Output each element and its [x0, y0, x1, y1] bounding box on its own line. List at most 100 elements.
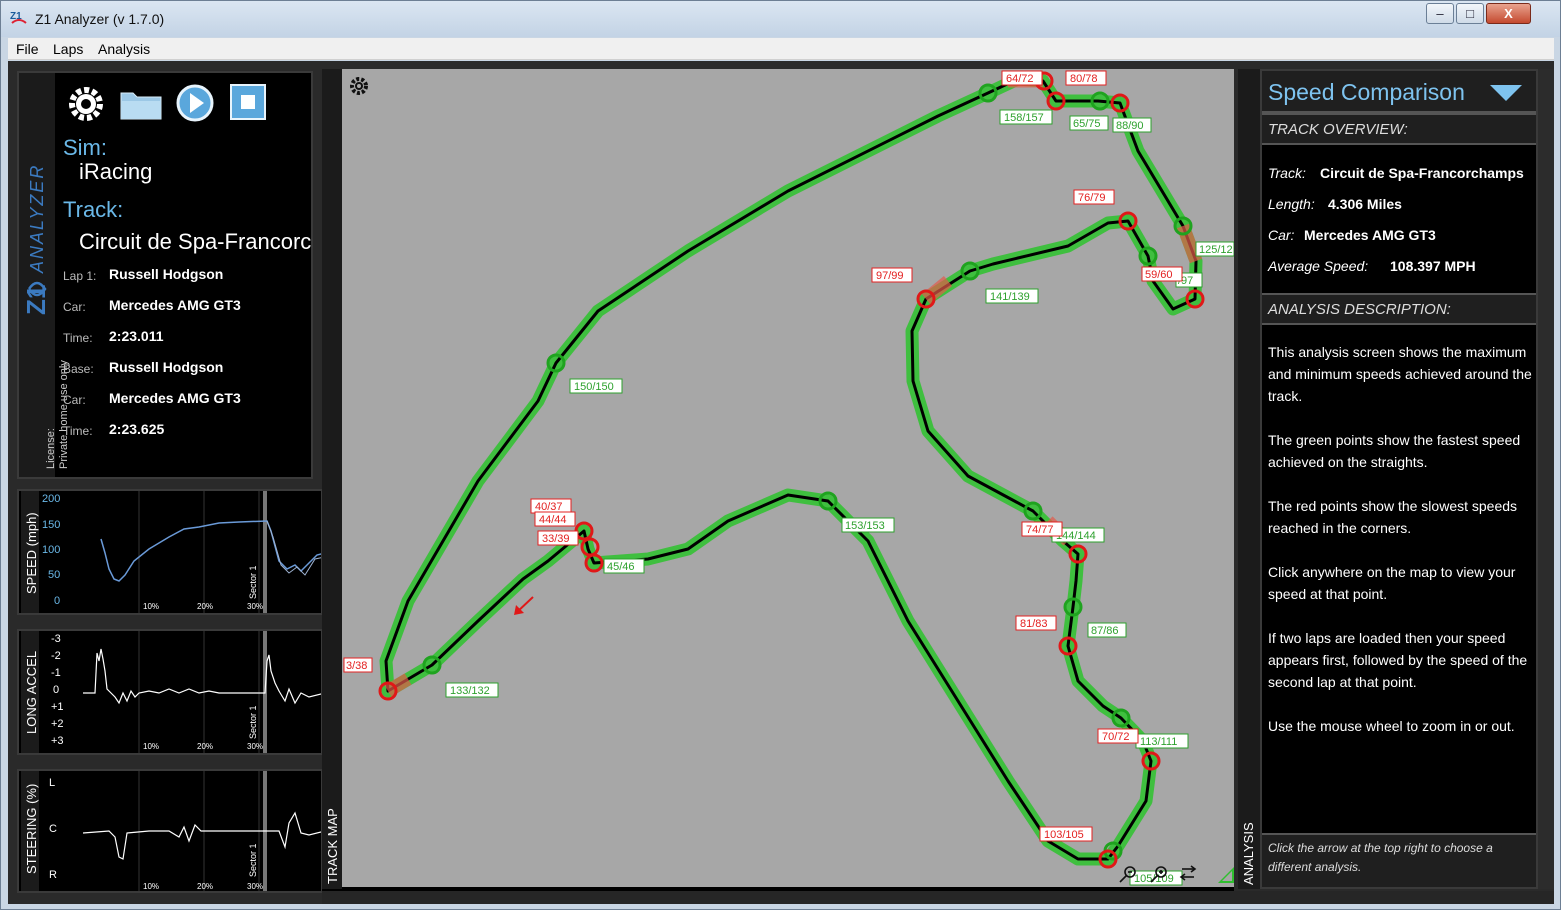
- settings-gear-icon[interactable]: [63, 81, 109, 127]
- base-time-label: Time:: [63, 424, 93, 438]
- speed-label-green: 153/153: [841, 517, 895, 533]
- menu-file[interactable]: File: [16, 41, 39, 57]
- sector-label: Sector 1: [248, 565, 258, 599]
- speed-tick: 150: [42, 519, 61, 531]
- svg-text:59/60: 59/60: [1145, 269, 1173, 281]
- steering-graph[interactable]: STEERING (%) L C R 10% 20% 30% Sector 1: [17, 769, 323, 893]
- play-icon[interactable]: [175, 83, 215, 123]
- open-folder-icon[interactable]: [119, 87, 163, 121]
- svg-text:103/105: 103/105: [1044, 829, 1084, 841]
- svg-text:153/153: 153/153: [845, 520, 885, 532]
- steer-graph-label: STEERING (%): [24, 783, 39, 874]
- track-map-label-strip: TRACK MAP: [322, 69, 342, 889]
- speed-tick: 100: [42, 544, 61, 556]
- overview-track-label: Track:: [1268, 165, 1306, 181]
- accel-tick: +1: [51, 701, 64, 713]
- timeline-strip[interactable]: [322, 891, 1554, 904]
- app-logo-icon: Z1: [10, 11, 27, 24]
- title-bar[interactable]: Z1 Z1 Analyzer (v 1.7.0) – □ X: [1, 1, 1560, 37]
- base-car: Mercedes AMG GT3: [109, 390, 241, 406]
- map-settings-gear-icon[interactable]: [348, 75, 370, 97]
- sector-label: Sector 1: [248, 843, 258, 877]
- svg-text:65/75: 65/75: [1073, 118, 1101, 130]
- accel-graph-label-strip: LONG ACCEL: [21, 631, 39, 753]
- x-tick: 10%: [143, 882, 160, 891]
- overview-length-value: 4.306 Miles: [1328, 196, 1402, 212]
- svg-text:113/111: 113/111: [1140, 736, 1177, 748]
- direction-arrow-icon: [514, 596, 534, 615]
- analysis-footer: Click the arrow at the top right to choo…: [1262, 833, 1536, 887]
- speed-tick: 50: [48, 569, 61, 581]
- speed-graph-label: SPEED (mph): [24, 512, 39, 594]
- close-button[interactable]: X: [1486, 3, 1531, 24]
- window-title: Z1 Analyzer (v 1.7.0): [35, 11, 165, 27]
- resize-corner-icon[interactable]: [1218, 867, 1234, 883]
- speed-label-red: 103/105: [1039, 826, 1093, 842]
- speed-label-green: 158/157: [999, 109, 1053, 125]
- menu-analysis[interactable]: Analysis: [98, 41, 150, 57]
- analysis-header[interactable]: Speed Comparison: [1262, 71, 1536, 113]
- svg-text:97/99: 97/99: [876, 270, 904, 282]
- app-window: Z1 Z1 Analyzer (v 1.7.0) – □ X File Laps…: [0, 0, 1561, 910]
- z1-analyzer-logo: Z1 ANALYZER: [23, 164, 51, 315]
- svg-text:81/83: 81/83: [1020, 618, 1048, 630]
- svg-text:Z1: Z1: [23, 285, 51, 315]
- description-paragraph: The red points show the slowest speeds r…: [1268, 498, 1518, 536]
- svg-text:88/90: 88/90: [1116, 120, 1144, 132]
- track-label: Track:: [63, 197, 124, 222]
- svg-text:76/79: 76/79: [1078, 192, 1106, 204]
- track-map[interactable]: 158/157 65/75 88/90 125/12 141/139 /97 1…: [342, 69, 1235, 887]
- svg-text:141/139: 141/139: [990, 291, 1030, 303]
- minimize-button[interactable]: –: [1426, 3, 1454, 24]
- track-map-label: TRACK MAP: [325, 808, 340, 884]
- lap-car-label: Car:: [63, 300, 86, 314]
- speed-label-green: 45/46: [603, 558, 645, 574]
- x-tick: 20%: [197, 602, 214, 611]
- speed-graph-label-strip: SPEED (mph): [21, 491, 39, 613]
- svg-text:70/72: 70/72: [1102, 731, 1130, 743]
- svg-text:87/86: 87/86: [1091, 625, 1119, 637]
- speed-label-red: 97/99: [871, 267, 913, 283]
- svg-text:33/39: 33/39: [542, 533, 570, 545]
- speed-tick: 200: [42, 493, 61, 505]
- speed-label-red: 40/37: [530, 498, 572, 514]
- maximize-button[interactable]: □: [1456, 3, 1484, 24]
- long-accel-graph[interactable]: LONG ACCEL -3 -2 -1 0 +1 +2 +3 10% 20% 3…: [17, 629, 323, 755]
- brand-strip: Z1 ANALYZER License: Private home use on…: [19, 73, 70, 477]
- menu-laps[interactable]: Laps: [53, 41, 83, 57]
- x-tick: 30%: [247, 602, 264, 611]
- description-paragraph: Click anywhere on the map to view your s…: [1268, 564, 1516, 602]
- stop-icon[interactable]: [229, 83, 267, 121]
- speed-tick: 0: [54, 595, 61, 607]
- swap-direction-icon[interactable]: [1179, 865, 1197, 881]
- track-map-canvas[interactable]: 158/157 65/75 88/90 125/12 141/139 /97 1…: [342, 69, 1235, 887]
- svg-text:133/132: 133/132: [450, 685, 490, 697]
- speed-label-green: 150/150: [569, 378, 623, 394]
- x-tick: 20%: [197, 742, 214, 751]
- svg-text:44/44: 44/44: [539, 514, 567, 526]
- track-map-panel: TRACK MAP 158/157 65/75 88/90 125/12 141…: [322, 69, 1235, 891]
- base-time: 2:23.625: [109, 421, 165, 437]
- svg-text:80/78: 80/78: [1070, 73, 1098, 85]
- svg-text:125/12: 125/12: [1199, 244, 1233, 256]
- steer-tick: R: [49, 869, 57, 881]
- speed-graph[interactable]: SPEED (mph) 200 150 100 50 0 10% 20% 30%…: [17, 489, 323, 615]
- x-tick: 10%: [143, 742, 160, 751]
- description-paragraph: This analysis screen shows the maximum a…: [1268, 344, 1532, 404]
- svg-text:3/38: 3/38: [346, 660, 367, 672]
- analysis-dropdown-arrow-icon[interactable]: [1490, 85, 1522, 101]
- base-driver: Russell Hodgson: [109, 359, 224, 375]
- speed-label-red: 64/72: [1001, 70, 1043, 86]
- right-scroll-edge[interactable]: [1538, 69, 1554, 889]
- x-tick: 10%: [143, 602, 160, 611]
- analysis-label-strip: ANALYSIS: [1238, 69, 1260, 889]
- lap-time: 2:23.011: [109, 328, 164, 344]
- lap-driver: Russell Hodgson: [109, 266, 224, 282]
- speed-label-green: 141/139: [985, 288, 1039, 304]
- accel-tick: +2: [51, 718, 64, 730]
- analysis-footer-hint: Click the arrow at the top right to choo…: [1268, 841, 1493, 874]
- speed-graph-plot: [100, 491, 321, 613]
- sector-label: Sector 1: [248, 705, 258, 739]
- overview-avg-label: Average Speed:: [1268, 258, 1369, 274]
- accel-graph-plot: [83, 631, 321, 753]
